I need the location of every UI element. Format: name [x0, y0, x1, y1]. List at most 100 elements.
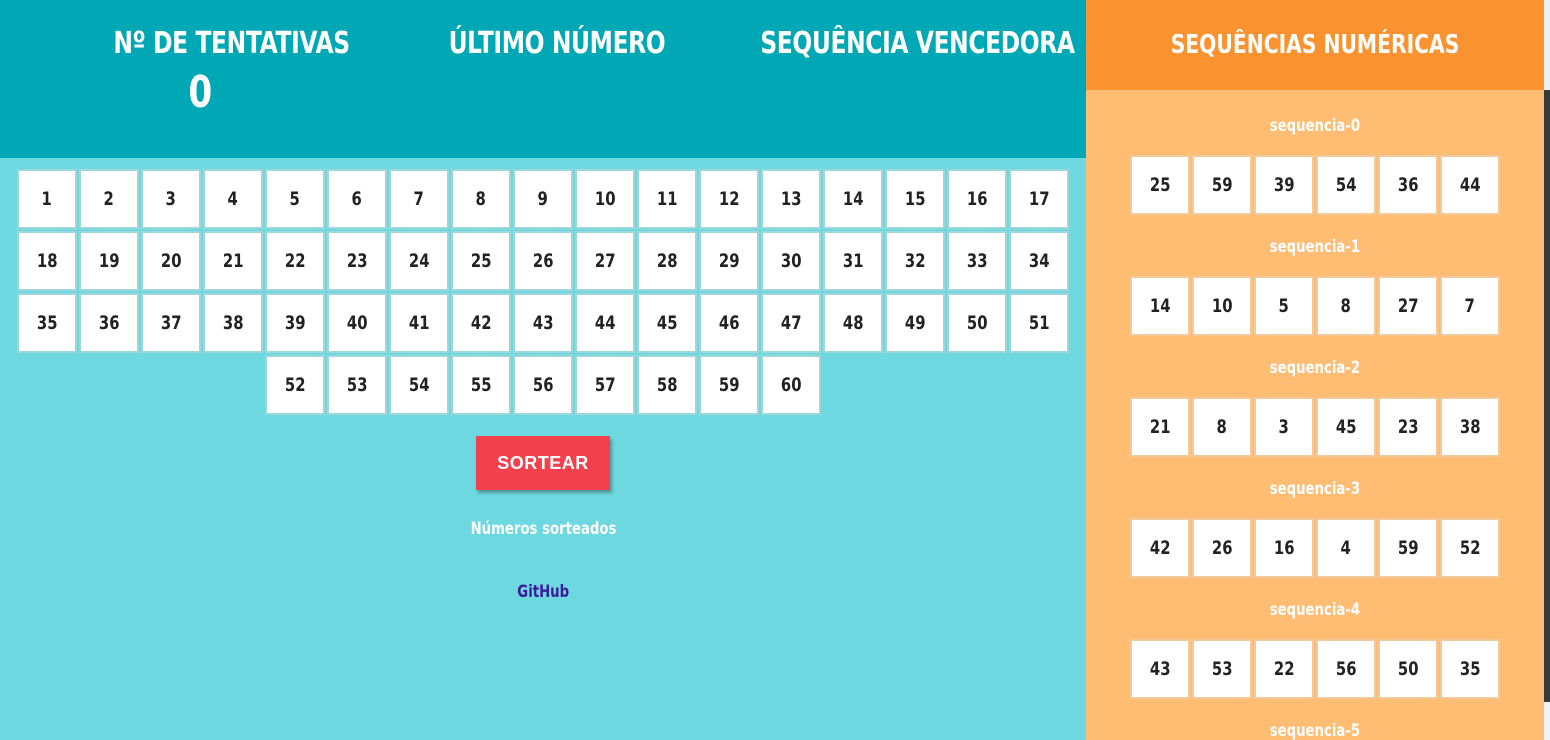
number-cell-label: 38	[222, 312, 244, 334]
number-cell[interactable]: 32	[885, 231, 945, 291]
sequence-number: 53	[1211, 658, 1233, 680]
number-cell[interactable]: 25	[451, 231, 511, 291]
sequence-number: 16	[1273, 537, 1295, 559]
number-cell[interactable]: 20	[141, 231, 201, 291]
number-cell[interactable]: 6	[327, 169, 387, 229]
sequence-block: sequencia-4 43 53 22 56 50 35	[1086, 595, 1544, 699]
draw-button[interactable]: SORTEAR	[476, 436, 610, 490]
sequence-number: 23	[1397, 416, 1419, 438]
number-cell-label: 48	[842, 312, 864, 334]
number-cell-label: 6	[351, 188, 363, 210]
sequence-number: 54	[1335, 174, 1357, 196]
number-cell[interactable]: 15	[885, 169, 945, 229]
number-cell[interactable]: 51	[1009, 293, 1069, 353]
number-cell[interactable]: 8	[451, 169, 511, 229]
number-cell-label: 25	[470, 250, 492, 272]
number-cell[interactable]: 53	[327, 355, 387, 415]
number-cell-label: 46	[718, 312, 740, 334]
number-cell[interactable]: 16	[947, 169, 1007, 229]
number-cell[interactable]: 58	[637, 355, 697, 415]
number-cell-label: 10	[594, 188, 616, 210]
scrollbar-thumb[interactable]	[1544, 90, 1550, 702]
sequence-title-text: sequencia-1	[1269, 237, 1361, 257]
number-cell[interactable]: 17	[1009, 169, 1069, 229]
number-cell-label: 24	[408, 250, 430, 272]
sidebar-scrollbar[interactable]	[1544, 0, 1550, 740]
number-cell-label: 16	[966, 188, 988, 210]
sequence-number-cell: 43	[1130, 639, 1190, 699]
number-cell[interactable]: 27	[575, 231, 635, 291]
number-cell[interactable]: 13	[761, 169, 821, 229]
number-cell-label: 60	[780, 374, 802, 396]
sequence-number: 27	[1397, 295, 1419, 317]
number-cell[interactable]: 37	[141, 293, 201, 353]
number-cell[interactable]: 24	[389, 231, 449, 291]
number-cell[interactable]: 44	[575, 293, 635, 353]
number-cell[interactable]: 30	[761, 231, 821, 291]
number-cell[interactable]: 47	[761, 293, 821, 353]
sidebar-title: SEQUÊNCIAS NUMÉRICAS	[1170, 30, 1460, 60]
sequence-number: 10	[1211, 295, 1233, 317]
number-cell[interactable]: 33	[947, 231, 1007, 291]
sequence-number: 45	[1335, 416, 1357, 438]
number-cell[interactable]: 19	[79, 231, 139, 291]
number-cell[interactable]: 22	[265, 231, 325, 291]
number-cell[interactable]: 21	[203, 231, 263, 291]
number-cell[interactable]: 55	[451, 355, 511, 415]
number-cell-label: 59	[718, 374, 740, 396]
sequence-number-cell: 42	[1130, 518, 1190, 578]
number-cell[interactable]: 26	[513, 231, 573, 291]
number-cell[interactable]: 35	[17, 293, 77, 353]
sequence-block: sequencia-3 42 26 16 4 59 52	[1086, 474, 1544, 578]
sequence-title-text: sequencia-3	[1269, 479, 1361, 499]
number-cell[interactable]: 52	[265, 355, 325, 415]
number-cell[interactable]: 56	[513, 355, 573, 415]
number-cell[interactable]: 29	[699, 231, 759, 291]
github-link-text[interactable]: GitHub	[517, 582, 569, 602]
number-cell[interactable]: 34	[1009, 231, 1069, 291]
sequence-number-cell: 50	[1378, 639, 1438, 699]
sequence-number-cell: 21	[1130, 397, 1190, 457]
number-cell[interactable]: 59	[699, 355, 759, 415]
number-cell[interactable]: 1	[17, 169, 77, 229]
number-cell-label: 37	[160, 312, 182, 334]
number-cell[interactable]: 11	[637, 169, 697, 229]
number-cell[interactable]: 45	[637, 293, 697, 353]
sequence-title: sequencia-1	[1086, 232, 1544, 262]
number-cell[interactable]: 48	[823, 293, 883, 353]
number-cell[interactable]: 14	[823, 169, 883, 229]
number-cell[interactable]: 39	[265, 293, 325, 353]
number-cell[interactable]: 28	[637, 231, 697, 291]
number-cell[interactable]: 50	[947, 293, 1007, 353]
number-cell[interactable]: 5	[265, 169, 325, 229]
number-cell[interactable]: 12	[699, 169, 759, 229]
number-cell[interactable]: 49	[885, 293, 945, 353]
number-cell[interactable]: 10	[575, 169, 635, 229]
number-cell[interactable]: 60	[761, 355, 821, 415]
number-cell[interactable]: 42	[451, 293, 511, 353]
sequence-row: 42 26 16 4 59 52	[1086, 518, 1544, 578]
number-cell[interactable]: 23	[327, 231, 387, 291]
number-cell[interactable]: 36	[79, 293, 139, 353]
number-cell[interactable]: 4	[203, 169, 263, 229]
github-link[interactable]: GitHub	[493, 582, 593, 602]
number-cell-label: 47	[780, 312, 802, 334]
sequence-number-cell: 8	[1316, 276, 1376, 336]
number-cell[interactable]: 38	[203, 293, 263, 353]
number-cell[interactable]: 2	[79, 169, 139, 229]
number-cell-label: 8	[475, 188, 487, 210]
number-cell[interactable]: 31	[823, 231, 883, 291]
sequence-number: 21	[1149, 416, 1171, 438]
sequences-sidebar: SEQUÊNCIAS NUMÉRICAS sequencia-0 25 59 39 54…	[1086, 0, 1544, 740]
number-cell[interactable]: 18	[17, 231, 77, 291]
number-cell[interactable]: 7	[389, 169, 449, 229]
number-cell[interactable]: 41	[389, 293, 449, 353]
number-cell[interactable]: 54	[389, 355, 449, 415]
number-cell[interactable]: 43	[513, 293, 573, 353]
number-cell[interactable]: 9	[513, 169, 573, 229]
number-cell[interactable]: 57	[575, 355, 635, 415]
number-cell[interactable]: 40	[327, 293, 387, 353]
number-cell[interactable]: 46	[699, 293, 759, 353]
sequence-number-cell: 54	[1316, 155, 1376, 215]
number-cell[interactable]: 3	[141, 169, 201, 229]
